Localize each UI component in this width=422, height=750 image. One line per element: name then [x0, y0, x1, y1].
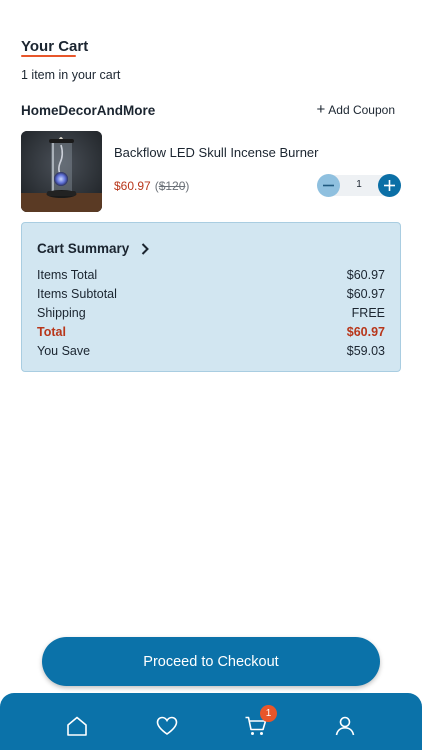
incense-burner-image [21, 131, 102, 212]
quantity-stepper[interactable]: 1 [317, 174, 401, 197]
summary-value: $60.97 [346, 268, 385, 282]
original-price: ($120) [155, 179, 190, 193]
cart-summary-title: Cart Summary [37, 241, 130, 256]
summary-value: $60.97 [346, 325, 385, 339]
tab-cart[interactable]: 1 [243, 705, 277, 739]
summary-rows: Items Total $60.97 Items Subtotal $60.97… [37, 266, 385, 361]
cart-summary-toggle[interactable]: Cart Summary [37, 241, 150, 256]
quantity-value: 1 [356, 179, 362, 190]
plus-icon [384, 180, 395, 191]
summary-value: FREE [351, 306, 385, 320]
summary-row-items-subtotal: Items Subtotal $60.97 [37, 285, 385, 304]
product-image[interactable] [21, 131, 102, 212]
page-title: Your Cart [21, 38, 89, 55]
decrease-quantity-button[interactable] [317, 174, 340, 197]
summary-row-items-total: Items Total $60.97 [37, 266, 385, 285]
minus-icon [323, 184, 334, 187]
product-name[interactable]: Backflow LED Skull Incense Burner [114, 145, 318, 160]
user-icon [335, 716, 355, 736]
chevron-right-icon [142, 242, 150, 255]
summary-label: You Save [37, 344, 91, 358]
item-count: 1 item in your cart [21, 68, 121, 82]
summary-label: Items Subtotal [37, 287, 117, 301]
cart-summary-panel: Cart Summary Items Total $60.97 Items Su… [21, 222, 401, 372]
tab-home[interactable] [64, 713, 90, 739]
summary-row-shipping: Shipping FREE [37, 304, 385, 323]
original-price-close: ) [185, 179, 190, 193]
summary-label: Shipping [37, 306, 86, 320]
heart-icon [156, 716, 178, 735]
tab-wishlist[interactable] [154, 713, 180, 739]
add-coupon-label: Add Coupon [328, 103, 395, 117]
summary-row-you-save: You Save $59.03 [37, 342, 385, 361]
plus-icon: + [316, 101, 326, 118]
summary-value: $60.97 [346, 287, 385, 301]
tab-account[interactable] [332, 713, 358, 739]
summary-label: Total [37, 325, 66, 339]
store-name: HomeDecorAndMore [21, 103, 156, 118]
add-coupon-button[interactable]: + Add Coupon [316, 101, 396, 118]
original-price-value: $120 [158, 179, 186, 193]
summary-row-total: Total $60.97 [37, 323, 385, 342]
current-price: $60.97 [114, 179, 151, 193]
summary-label: Items Total [37, 268, 98, 282]
price-row: $60.97 ($120) [114, 179, 189, 193]
bottom-tab-bar: 1 [0, 693, 422, 750]
title-underline [21, 55, 76, 57]
increase-quantity-button[interactable] [378, 174, 401, 197]
proceed-to-checkout-button[interactable]: Proceed to Checkout [42, 637, 380, 686]
summary-value: $59.03 [346, 344, 385, 358]
home-icon [67, 716, 87, 736]
cart-badge: 1 [260, 705, 277, 722]
